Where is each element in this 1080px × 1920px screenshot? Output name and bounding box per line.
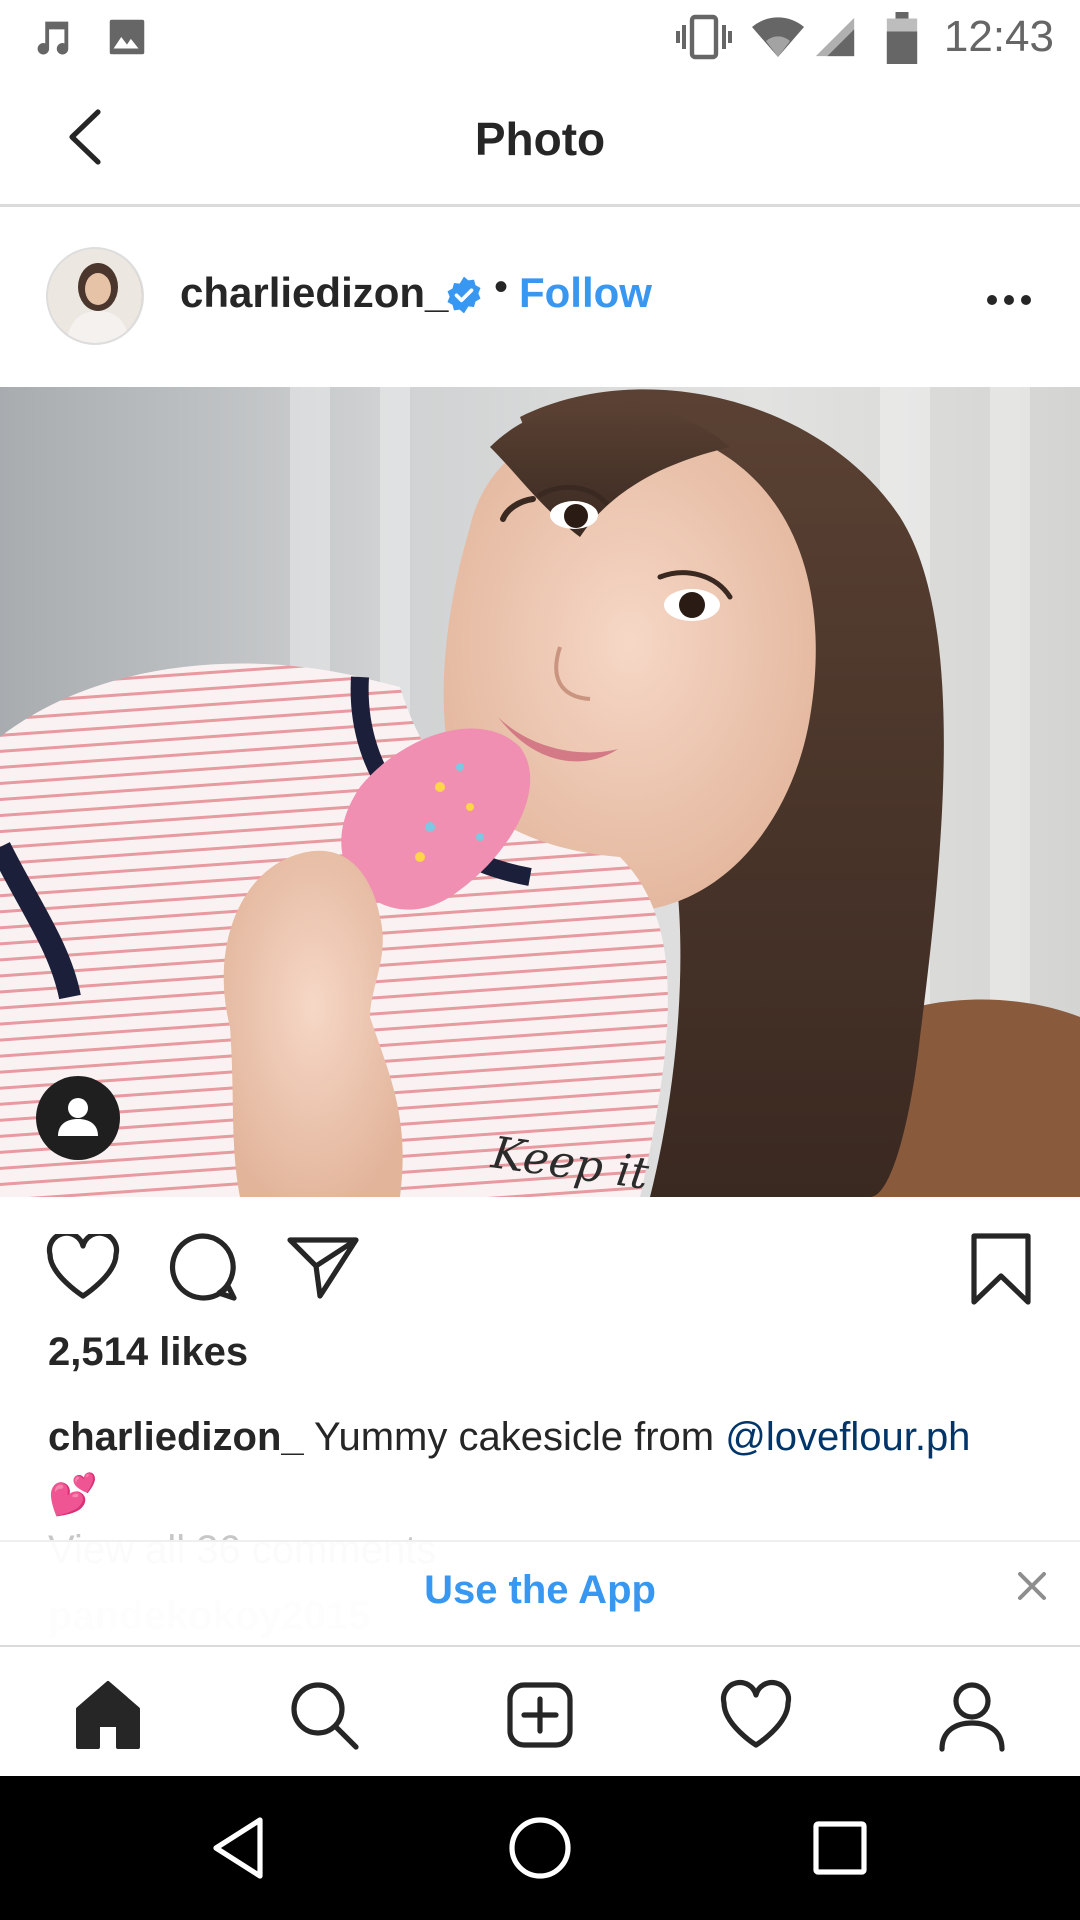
search-icon[interactable] <box>284 1675 364 1755</box>
post-caption: charliedizon_ Yummy cakesicle from @love… <box>48 1408 1038 1524</box>
caption-text: Yummy cakesicle from <box>303 1415 726 1459</box>
heart-icon[interactable] <box>46 1234 120 1300</box>
signal-icon <box>815 17 855 57</box>
post-actions <box>0 1200 1080 1340</box>
new-post-icon[interactable] <box>500 1675 580 1755</box>
comment-icon[interactable] <box>166 1232 240 1302</box>
close-icon[interactable] <box>1014 1568 1050 1604</box>
tagged-people-button[interactable] <box>36 1076 120 1160</box>
follow-button[interactable]: Follow <box>519 269 652 317</box>
wifi-icon <box>752 17 804 57</box>
more-options-icon[interactable] <box>986 293 1032 307</box>
music-note-icon <box>37 21 69 55</box>
post-image: Keep it <box>0 387 1080 1197</box>
use-the-app-banner: Use the App <box>0 1540 1080 1647</box>
status-time: 12:43 <box>943 12 1054 61</box>
activity-heart-icon[interactable] <box>716 1675 796 1755</box>
share-icon[interactable] <box>286 1234 360 1300</box>
caption-username[interactable]: charliedizon_ <box>48 1415 304 1459</box>
back-triangle-icon[interactable] <box>204 1812 276 1884</box>
recents-square-icon[interactable] <box>804 1812 876 1884</box>
system-navigation-bar <box>0 1776 1080 1920</box>
page-title: Photo <box>474 113 606 165</box>
status-bar: 12:43 <box>0 0 1080 78</box>
post-photo[interactable]: Keep it <box>0 387 1080 1197</box>
battery-icon <box>886 12 918 64</box>
image-icon <box>109 19 145 55</box>
avatar-photo-icon <box>48 249 142 343</box>
avatar[interactable] <box>48 249 142 343</box>
bottom-navigation <box>0 1645 1080 1778</box>
likes-count[interactable]: 2,514 likes <box>48 1330 248 1375</box>
bookmark-icon[interactable] <box>968 1232 1034 1306</box>
caption-mention-link[interactable]: @loveflour.ph <box>725 1415 970 1459</box>
vibrate-icon <box>676 14 732 60</box>
separator-dot: • <box>494 265 509 309</box>
verified-badge-icon <box>447 276 481 314</box>
top-app-bar: Photo <box>0 78 1080 207</box>
post-header: charliedizon_ • Follow <box>0 207 1080 385</box>
use-the-app-button[interactable]: Use the App <box>0 1568 1080 1613</box>
post-username[interactable]: charliedizon_ <box>180 269 448 317</box>
caption-emoji: 💕 <box>48 1473 98 1517</box>
home-icon[interactable] <box>68 1675 148 1755</box>
home-circle-icon[interactable] <box>504 1812 576 1884</box>
person-icon <box>58 1098 98 1136</box>
profile-icon[interactable] <box>932 1675 1012 1755</box>
